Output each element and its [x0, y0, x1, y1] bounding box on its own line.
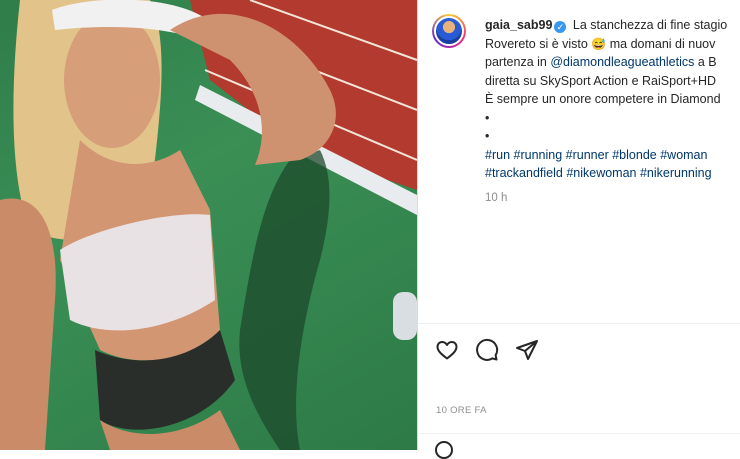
- comment-timestamp[interactable]: 10 h: [485, 189, 740, 208]
- bullet-2: •: [485, 129, 490, 143]
- hashtag[interactable]: #run: [485, 148, 510, 162]
- hashtag[interactable]: #running: [514, 148, 563, 162]
- hashtag[interactable]: #blonde: [612, 148, 657, 162]
- caption-line-3b: a B: [697, 55, 717, 69]
- share-icon: [516, 340, 538, 360]
- caption-line-3: partenza in: [485, 55, 547, 69]
- share-button[interactable]: [515, 338, 539, 362]
- hashtag[interactable]: #woman: [660, 148, 707, 162]
- emoji-icon[interactable]: [435, 441, 453, 459]
- photo-illustration: [0, 0, 417, 450]
- bullet-1: •: [485, 110, 490, 125]
- caption-line-2b: ma domani di nuov: [609, 36, 716, 51]
- comment-button[interactable]: [475, 338, 499, 362]
- post-details-panel: gaia_sab99 ✓ La stanchezza di fine stagio…: [417, 0, 740, 459]
- caption-text: gaia_sab99 ✓ La stanchezza di fine stagio…: [485, 16, 740, 207]
- hashtag[interactable]: #trackandfield: [485, 166, 563, 180]
- post-photo[interactable]: [0, 0, 417, 450]
- avatar[interactable]: [432, 14, 466, 48]
- comment-icon: [476, 338, 499, 361]
- caption-line-1: La stanchezza di fine stagio: [572, 18, 728, 32]
- post-date: 10 ORE FA: [436, 405, 487, 416]
- hashtag[interactable]: #nikerunning: [640, 166, 712, 180]
- like-button[interactable]: [435, 338, 459, 362]
- caption-line-2: Rovereto si è visto: [485, 36, 588, 51]
- sweat-smile-emoji: 😅: [591, 36, 607, 51]
- mention-diamondleague[interactable]: @diamondleagueathletics: [550, 55, 694, 69]
- hashtag[interactable]: #nikewoman: [566, 166, 636, 180]
- caption-line-5: È sempre un onore competere in Diamond: [485, 92, 721, 106]
- verified-badge-icon: ✓: [554, 21, 567, 33]
- username-link[interactable]: gaia_sab99: [485, 18, 552, 32]
- caption-line-4: diretta su SkySport Action e RaiSport+HD: [485, 73, 717, 88]
- divider: [418, 323, 740, 324]
- divider: [418, 433, 740, 434]
- hashtag[interactable]: #runner: [566, 148, 609, 162]
- heart-icon: [436, 341, 458, 360]
